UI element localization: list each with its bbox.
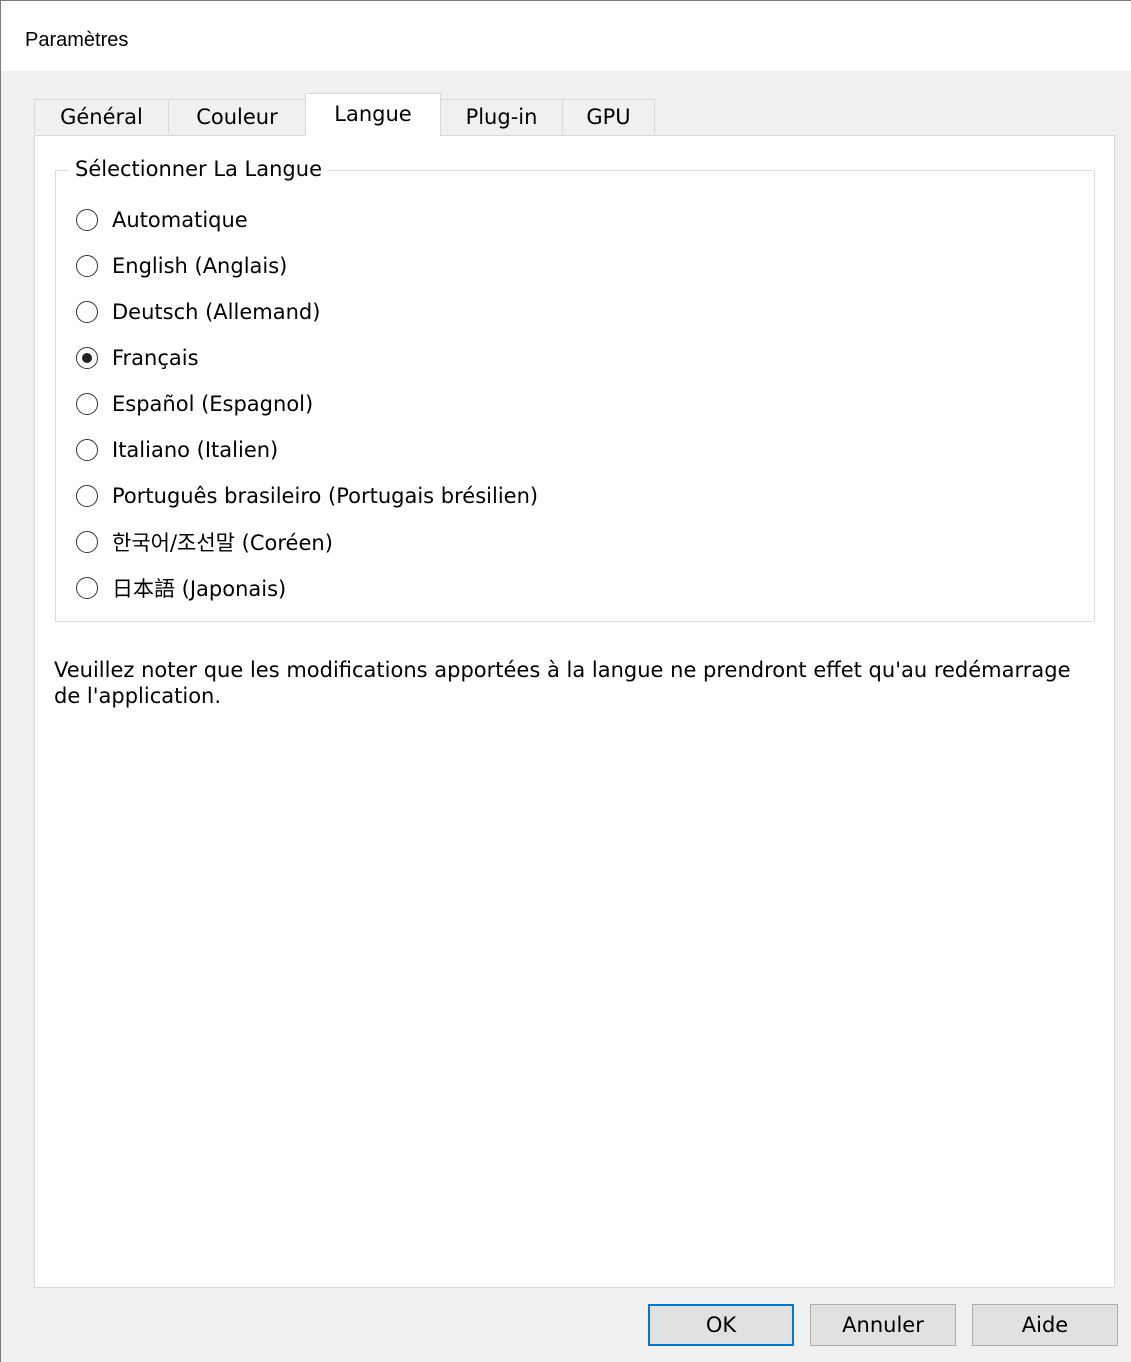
radio-korean[interactable]: 한국어/조선말 (Coréen)	[76, 527, 333, 557]
radio-button-icon[interactable]	[76, 209, 98, 231]
radio-button-icon[interactable]	[76, 301, 98, 323]
radio-english[interactable]: English (Anglais)	[76, 251, 287, 281]
radio-automatic[interactable]: Automatique	[76, 205, 248, 235]
radio-button-selected-icon[interactable]	[76, 347, 98, 369]
radio-label: Italiano (Italien)	[112, 438, 279, 462]
radio-button-icon[interactable]	[76, 531, 98, 553]
radio-label: Español (Espagnol)	[112, 392, 314, 416]
radio-italiano[interactable]: Italiano (Italien)	[76, 435, 278, 465]
radio-label: Português brasileiro (Portugais brésilie…	[112, 484, 539, 508]
radio-label: English (Anglais)	[112, 254, 288, 278]
cancel-button[interactable]: Annuler	[810, 1304, 956, 1346]
dialog-title: Paramètres	[25, 29, 129, 51]
radio-button-icon[interactable]	[76, 439, 98, 461]
radio-button-icon[interactable]	[76, 255, 98, 277]
tab-color[interactable]: Couleur	[168, 99, 306, 134]
radio-label: Français	[112, 346, 199, 370]
radio-espanol[interactable]: Español (Espagnol)	[76, 389, 313, 419]
radio-francais[interactable]: Français	[76, 343, 199, 373]
radio-label: 日本語 (Japonais)	[112, 577, 287, 601]
radio-label: 한국어/조선말 (Coréen)	[112, 531, 333, 555]
radio-button-icon[interactable]	[76, 485, 98, 507]
ok-button[interactable]: OK	[648, 1304, 794, 1346]
tab-general[interactable]: Général	[34, 99, 169, 134]
radio-selected-dot	[81, 352, 92, 363]
radio-japanese[interactable]: 日本語 (Japonais)	[76, 573, 286, 603]
title-bar: Paramètres	[1, 1, 1131, 71]
tab-gpu[interactable]: GPU	[562, 99, 655, 134]
tab-panel-language: Sélectionner La Langue Automatique Engli…	[34, 135, 1115, 1288]
restart-note: Veuillez noter que les modifications app…	[54, 658, 1071, 708]
settings-dialog: Paramètres Général Couleur Langue Plug-i…	[0, 0, 1131, 1362]
tab-language[interactable]: Langue	[305, 93, 441, 136]
radio-portugues[interactable]: Português brasileiro (Portugais brésilie…	[76, 481, 538, 511]
radio-button-icon[interactable]	[76, 577, 98, 599]
radio-label: Deutsch (Allemand)	[112, 300, 321, 324]
groupbox-legend: Sélectionner La Langue	[69, 157, 328, 181]
radio-label: Automatique	[112, 208, 248, 232]
tab-plugin[interactable]: Plug-in	[440, 99, 563, 134]
radio-button-icon[interactable]	[76, 393, 98, 415]
help-button[interactable]: Aide	[972, 1304, 1118, 1346]
language-groupbox: Sélectionner La Langue Automatique Engli…	[55, 157, 1095, 622]
radio-deutsch[interactable]: Deutsch (Allemand)	[76, 297, 320, 327]
